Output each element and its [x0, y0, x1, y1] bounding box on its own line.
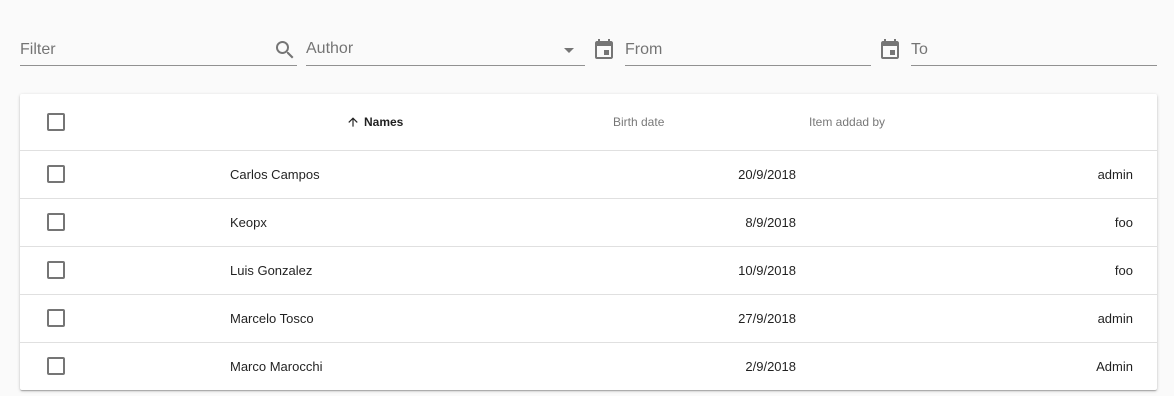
row-added-by: foo	[796, 246, 1157, 295]
author-select[interactable]: Author	[306, 33, 585, 66]
row-added-by: foo	[796, 198, 1157, 247]
row-name: Carlos Campos	[92, 150, 542, 199]
row-checkbox[interactable]	[47, 213, 65, 231]
row-checkbox[interactable]	[47, 309, 65, 327]
column-header-names-label: Names	[364, 115, 404, 130]
arrow-upward-icon	[348, 117, 358, 127]
filter-input[interactable]	[20, 39, 297, 61]
row-added-by: admin	[796, 150, 1157, 199]
search-icon[interactable]	[273, 38, 297, 62]
column-header-names[interactable]: Names	[92, 94, 542, 151]
calendar-icon[interactable]	[592, 38, 616, 62]
table-row[interactable]: Marco Marocchi 2/9/2018 Admin	[20, 342, 1157, 390]
row-birth-date: 27/9/2018	[542, 294, 796, 343]
table-row[interactable]: Luis Gonzalez 10/9/2018 foo	[20, 246, 1157, 295]
row-birth-date: 10/9/2018	[542, 246, 796, 295]
column-header-birth-date[interactable]: Birth date	[542, 94, 796, 151]
data-table: Names Birth date Item addad by Carlos Ca…	[20, 94, 1157, 390]
select-all-cell	[20, 94, 92, 151]
table-row[interactable]: Keopx 8/9/2018 foo	[20, 198, 1157, 247]
row-name: Luis Gonzalez	[92, 246, 542, 295]
filter-bar: Author	[20, 33, 1157, 67]
to-date-field[interactable]	[911, 33, 1157, 66]
table-row[interactable]: Carlos Campos 20/9/2018 admin	[20, 150, 1157, 199]
row-name: Marcelo Tosco	[92, 294, 542, 343]
filter-field[interactable]	[20, 33, 297, 66]
calendar-icon[interactable]	[878, 38, 902, 62]
arrow-drop-down-icon[interactable]	[557, 38, 581, 62]
row-name: Marco Marocchi	[230, 358, 323, 374]
table-header-row: Names Birth date Item addad by	[20, 94, 1157, 151]
row-checkbox[interactable]	[47, 165, 65, 183]
row-birth-date: 8/9/2018	[542, 198, 796, 247]
row-checkbox[interactable]	[47, 261, 65, 279]
row-name: Keopx	[92, 198, 542, 247]
row-birth-date: 2/9/2018	[745, 358, 796, 374]
from-date-field[interactable]	[625, 33, 871, 66]
select-all-checkbox[interactable]	[47, 112, 65, 131]
row-birth-date: 20/9/2018	[542, 150, 796, 199]
to-date-input[interactable]	[911, 39, 1157, 61]
row-checkbox[interactable]	[47, 357, 65, 376]
row-added-by: Admin	[1096, 358, 1133, 374]
column-header-added-by[interactable]: Item addad by	[796, 94, 1157, 151]
author-select-placeholder: Author	[306, 40, 354, 57]
row-added-by: admin	[796, 294, 1157, 343]
from-date-input[interactable]	[625, 39, 871, 61]
table-row[interactable]: Marcelo Tosco 27/9/2018 admin	[20, 294, 1157, 343]
